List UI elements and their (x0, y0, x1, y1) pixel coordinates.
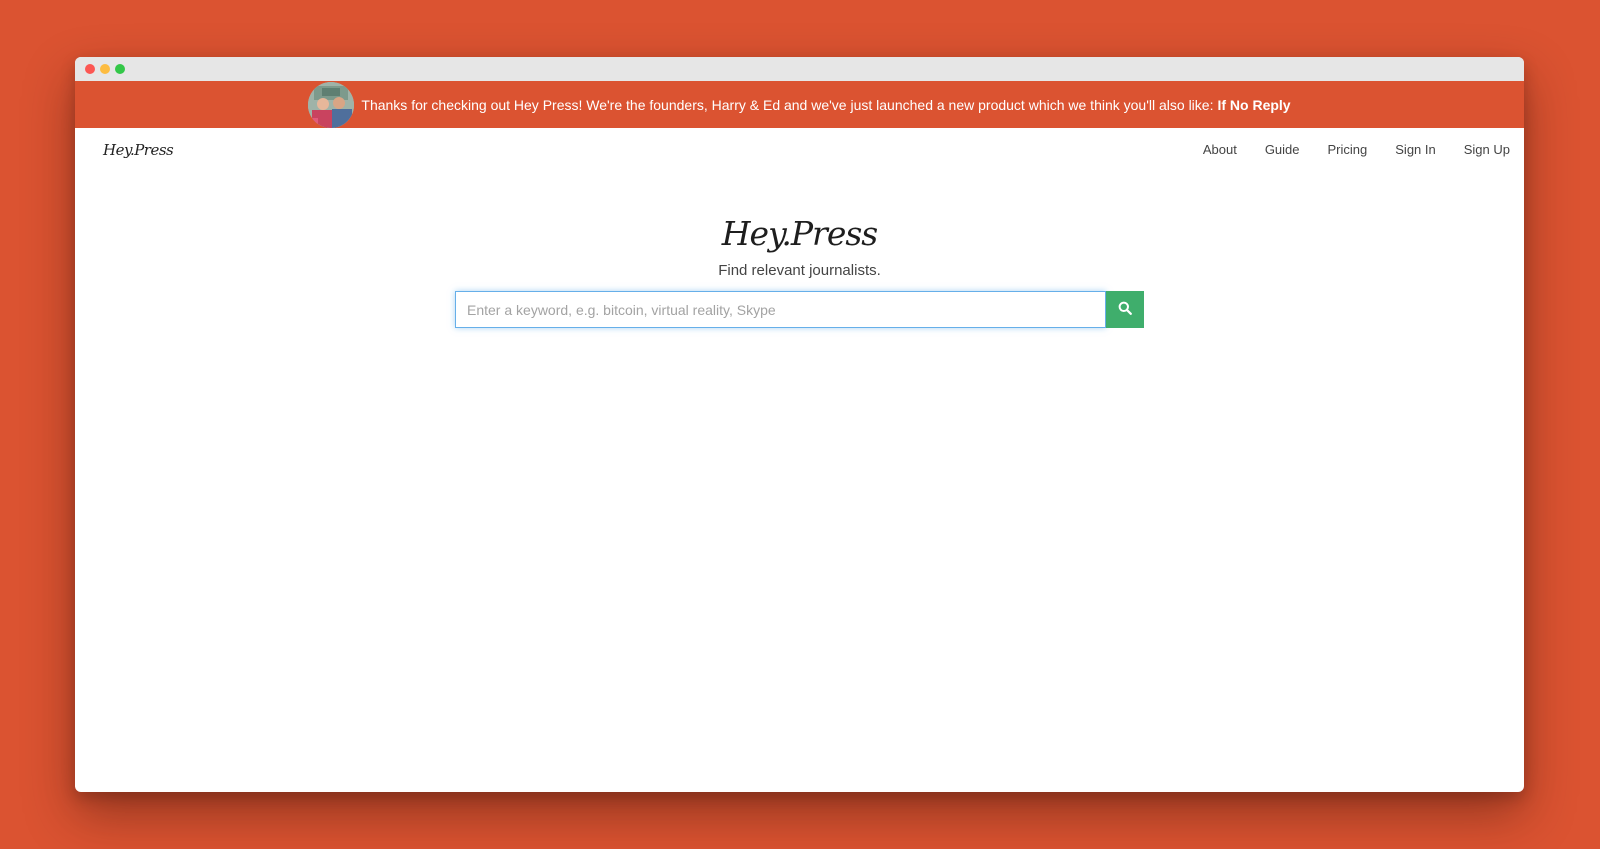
maximize-window-button[interactable] (115, 64, 125, 74)
browser-window: Thanks for checking out Hey Press! We're… (75, 57, 1524, 792)
nav-links: About Guide Pricing Sign In Sign Up (1203, 142, 1510, 157)
nav-about-link[interactable]: About (1203, 142, 1237, 157)
banner-message: Thanks for checking out Hey Press! We're… (361, 96, 1214, 113)
minimize-window-button[interactable] (100, 64, 110, 74)
hero-title: Hey.Press (721, 214, 878, 253)
hero-section: Hey.Press Find relevant journalists. (75, 214, 1524, 328)
search-button[interactable] (1106, 291, 1144, 328)
nav-pricing-link[interactable]: Pricing (1328, 142, 1368, 157)
founders-avatar (308, 81, 355, 128)
window-titlebar (75, 57, 1524, 81)
nav-guide-link[interactable]: Guide (1265, 142, 1300, 157)
search-icon (1118, 301, 1132, 318)
nav-sign-up-link[interactable]: Sign Up (1464, 142, 1510, 157)
search-group (455, 291, 1144, 328)
hero-tagline: Find relevant journalists. (718, 262, 881, 279)
nav-sign-in-link[interactable]: Sign In (1395, 142, 1435, 157)
search-input[interactable] (455, 291, 1106, 328)
brand-logo[interactable]: Hey.Press (103, 141, 174, 159)
founders-banner: Thanks for checking out Hey Press! We're… (75, 81, 1524, 128)
close-window-button[interactable] (85, 64, 95, 74)
if-no-reply-link[interactable]: If No Reply (1217, 97, 1290, 113)
navbar: Hey.Press About Guide Pricing Sign In Si… (75, 128, 1524, 176)
